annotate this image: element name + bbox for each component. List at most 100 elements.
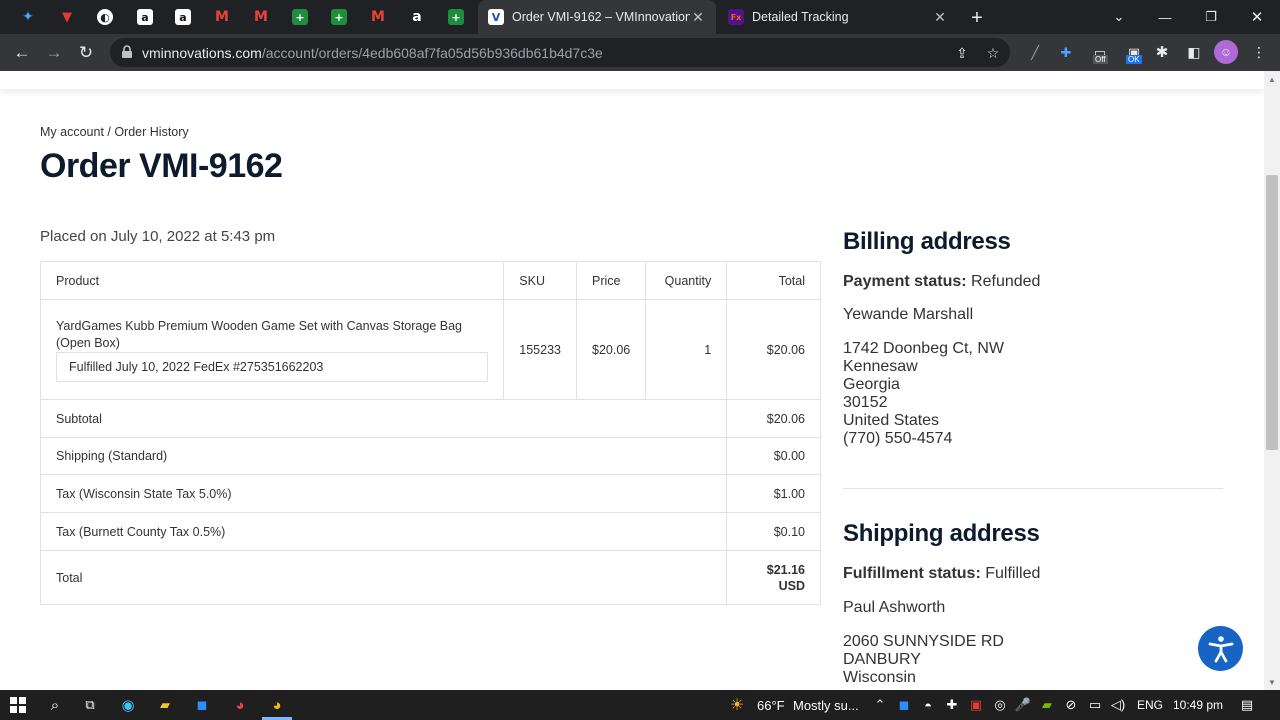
product-cell: YardGames Kubb Premium Wooden Game Set w…: [39, 299, 505, 400]
sheets-icon[interactable]: +: [289, 6, 311, 28]
extension-off-icon[interactable]: ▭ Off: [1089, 42, 1111, 64]
shipping-name: Paul Ashworth: [843, 599, 946, 616]
breadcrumb[interactable]: My account / Order History: [40, 125, 189, 139]
chrome-icon[interactable]: ◕: [267, 695, 287, 715]
tab-title: Detailed Tracking: [752, 10, 849, 24]
close-icon[interactable]: ✕: [932, 9, 948, 25]
column-header-sku: SKU: [503, 261, 577, 300]
sheets-icon[interactable]: +: [328, 6, 350, 28]
reload-button[interactable]: ↻: [73, 40, 99, 66]
chrome-icon[interactable]: ◕: [230, 695, 250, 715]
column-header-total: Total: [726, 261, 821, 300]
amazon-icon[interactable]: a: [172, 6, 194, 28]
summary-label: Shipping (Standard): [39, 437, 728, 475]
file-explorer-icon[interactable]: ▰: [155, 695, 175, 715]
order-total: $21.16 USD: [726, 550, 821, 605]
sheets-icon[interactable]: +: [445, 6, 467, 28]
table-row: Tax (Burnett County Tax 0.5%) $0.10: [39, 512, 821, 551]
order-table: Product SKU Price Quantity Total YardGam…: [39, 261, 821, 605]
weather-temp[interactable]: 66°F: [757, 698, 785, 713]
globe-icon[interactable]: ◐: [94, 6, 116, 28]
zoom-icon[interactable]: ◼: [192, 695, 212, 715]
summary-value: $0.10: [726, 512, 821, 551]
star-icon[interactable]: ☆: [983, 43, 1003, 63]
billing-address: 1742 Doonbeg Ct, NW Kennesaw Georgia 301…: [843, 340, 1004, 447]
language-indicator[interactable]: ENG: [1137, 698, 1163, 712]
new-tab-button[interactable]: +: [966, 7, 988, 29]
tray-app-icon[interactable]: ✚: [942, 695, 962, 715]
billing-name: Yewande Marshall: [843, 306, 974, 323]
microphone-icon[interactable]: 🎤: [1013, 695, 1033, 715]
lock-icon: [122, 45, 132, 58]
profile-avatar[interactable]: ☺: [1214, 40, 1238, 64]
summary-label: Tax (Wisconsin State Tax 5.0%): [39, 474, 728, 513]
sku-cell: 155233: [503, 299, 577, 400]
minimize-button[interactable]: —: [1142, 0, 1188, 34]
tray-app-icon[interactable]: ◎: [990, 695, 1010, 715]
back-button[interactable]: ←: [9, 40, 35, 66]
column-header-product: Product: [39, 261, 505, 300]
nvidia-icon[interactable]: ▰: [1037, 695, 1057, 715]
billing-section: Billing address: [843, 228, 1223, 256]
gmail-icon[interactable]: M: [367, 6, 389, 28]
accessibility-button[interactable]: [1198, 626, 1243, 671]
scroll-down-arrow[interactable]: ▼: [1264, 674, 1280, 690]
sidepanel-icon[interactable]: ◧: [1183, 41, 1205, 63]
scroll-up-arrow[interactable]: ▲: [1264, 71, 1280, 87]
amazon-icon[interactable]: a: [134, 6, 156, 28]
chevron-up-icon[interactable]: ⌃: [870, 695, 890, 715]
tab-order[interactable]: V Order VMI-9162 – VMInnovation ✕: [478, 0, 716, 34]
tab-tracking[interactable]: Fx Detailed Tracking ✕: [718, 0, 958, 34]
gmail-icon[interactable]: M: [250, 6, 272, 28]
forward-button[interactable]: →: [41, 40, 67, 66]
weather-desc[interactable]: Mostly su...: [793, 698, 859, 713]
restore-button[interactable]: ❐: [1188, 0, 1234, 34]
task-view-icon[interactable]: ⧉: [80, 695, 100, 715]
weather-icon[interactable]: ☀: [727, 695, 747, 715]
zoom-tray-icon[interactable]: ◼: [894, 695, 914, 715]
tab-search-icon[interactable]: ⌄: [1096, 0, 1142, 34]
shipping-address: 2060 SUNNYSIDE RD DANBURY Wisconsin: [843, 633, 1004, 686]
browser-toolbar: ← → ↻ vminnovations.com/account/orders/4…: [0, 34, 1280, 71]
share-icon[interactable]: ⇪: [952, 43, 972, 63]
windows-start-icon[interactable]: [8, 695, 28, 715]
edge-icon[interactable]: ◉: [118, 695, 138, 715]
payment-status: Payment status: Refunded: [843, 273, 1041, 290]
order-date: Placed on July 10, 2022 at 5:43 pm: [40, 228, 276, 245]
fedex-favicon-icon: Fx: [728, 9, 744, 25]
notification-icon[interactable]: ▤: [1237, 695, 1257, 715]
volume-icon[interactable]: ◁): [1108, 695, 1128, 715]
browser-tab-strip: ✦ ▼ ◐ a a M M + + M a + V Order VMI-9162…: [0, 0, 1280, 34]
menu-icon[interactable]: ⋮: [1248, 41, 1270, 63]
item-total-cell: $20.06: [726, 299, 821, 400]
extension-icon[interactable]: ✚: [1055, 42, 1077, 64]
summary-value: $20.06: [726, 399, 821, 438]
close-icon[interactable]: ✕: [690, 9, 706, 25]
app-icon[interactable]: ▼: [56, 6, 78, 28]
column-header-price: Price: [575, 261, 647, 300]
puzzle-icon[interactable]: ✱: [1151, 41, 1173, 63]
fulfillment-status: Fulfillment status: Fulfilled: [843, 565, 1041, 582]
extension-icon[interactable]: ╱: [1024, 42, 1046, 64]
network-off-icon[interactable]: ⊘: [1061, 695, 1081, 715]
tab-title: Order VMI-9162 – VMInnovation: [512, 10, 690, 24]
clock[interactable]: 10:49 pm: [1173, 698, 1223, 712]
search-icon[interactable]: ⌕: [45, 695, 65, 715]
summary-value: $0.00: [726, 437, 821, 475]
window-close-button[interactable]: ✕: [1234, 0, 1280, 34]
address-bar[interactable]: vminnovations.com/account/orders/4edb608…: [110, 38, 1010, 67]
quantity-cell: 1: [645, 299, 728, 400]
tray-app-icon[interactable]: ▣: [966, 695, 986, 715]
table-header-row: Product SKU Price Quantity Total: [39, 261, 821, 300]
dropbox-icon[interactable]: ✦: [17, 6, 39, 28]
summary-label: Tax (Burnett County Tax 0.5%): [39, 512, 728, 551]
scrollbar-thumb[interactable]: [1266, 175, 1278, 450]
accessibility-icon: [1208, 635, 1233, 662]
wifi-icon[interactable]: ▭: [1085, 695, 1105, 715]
table-row: Subtotal $20.06: [39, 399, 821, 438]
amazon-icon[interactable]: a: [406, 6, 428, 28]
extension-ok-icon[interactable]: ▣ OK: [1123, 42, 1145, 64]
discord-icon[interactable]: ◓: [918, 695, 938, 715]
shipping-section: Shipping address: [843, 520, 1223, 548]
gmail-icon[interactable]: M: [211, 6, 233, 28]
